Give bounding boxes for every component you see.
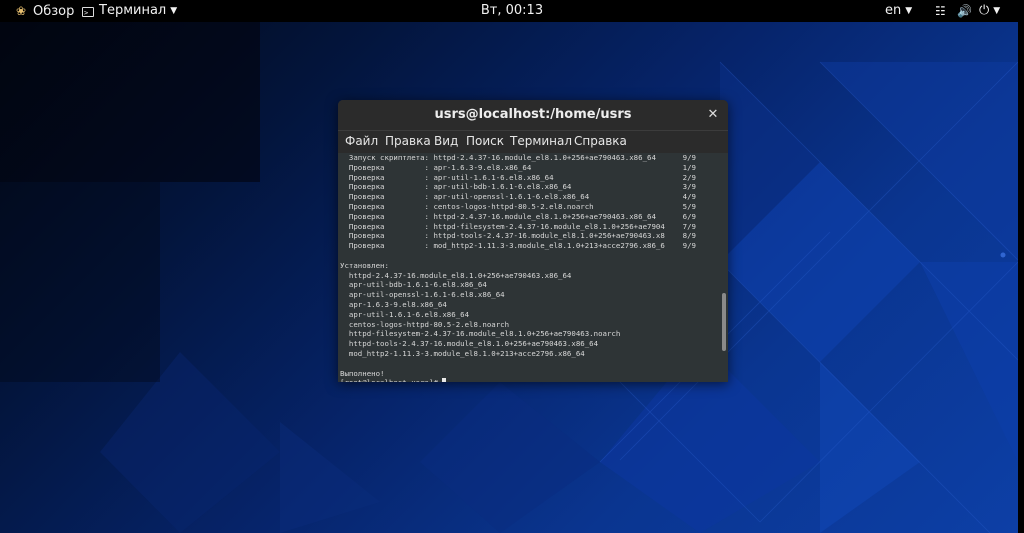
- terminal-line: apr-util-1.6.1-6.el8.x86_64: [340, 309, 470, 319]
- terminal-text: Запуск скриптлета: httpd-2.4.37-16.modul…: [340, 153, 696, 382]
- terminal-output[interactable]: Запуск скриптлета: httpd-2.4.37-16.modul…: [338, 153, 720, 382]
- network-icon[interactable]: ☷: [935, 0, 946, 22]
- menu-search[interactable]: Поиск: [466, 134, 504, 148]
- terminal-line: Выполнено!: [340, 368, 385, 378]
- terminal-line: Проверка : httpd-filesystem-2.4.37-16.mo…: [340, 221, 696, 231]
- menu-terminal[interactable]: Терминал: [510, 134, 572, 148]
- clock-label: Вт, 00:13: [480, 3, 544, 18]
- menu-edit[interactable]: Правка: [385, 134, 431, 148]
- menu-help[interactable]: Справка: [574, 134, 627, 148]
- language-label: en: [885, 3, 902, 18]
- scrollbar[interactable]: [720, 153, 728, 382]
- terminal-line: Проверка : httpd-tools-2.4.37-16.module_…: [340, 231, 696, 241]
- terminal-prompt-line: [root@localhost usrs]#: [340, 378, 696, 382]
- terminal-line: Проверка : httpd-2.4.37-16.module_el8.1.…: [340, 211, 696, 221]
- terminal-line: apr-util-bdb-1.6.1-6.el8.x86_64: [340, 280, 487, 290]
- terminal-line: Проверка : apr-1.6.3-9.el8.x86_64 1/9: [340, 162, 696, 172]
- terminal-line: Проверка : apr-util-openssl-1.6.1-6.el8.…: [340, 192, 696, 202]
- menu-file[interactable]: Файл: [345, 134, 378, 148]
- scrollbar-thumb[interactable]: [722, 293, 726, 351]
- terminal-window[interactable]: usrs@localhost:/home/usrs ✕ Файл Правка …: [338, 100, 728, 382]
- close-icon[interactable]: ✕: [706, 100, 720, 130]
- clock[interactable]: Вт, 00:13: [0, 0, 1024, 22]
- screen-edge: [1018, 0, 1024, 533]
- menu-bar: Файл Правка Вид Поиск Терминал Справка: [338, 130, 728, 153]
- volume-icon[interactable]: 🔊: [957, 0, 972, 22]
- terminal-line: httpd-tools-2.4.37-16.module_el8.1.0+256…: [340, 339, 599, 349]
- chevron-down-icon: ▼: [993, 6, 1001, 16]
- terminal-prompt: [root@localhost usrs]#: [340, 378, 442, 382]
- window-titlebar[interactable]: usrs@localhost:/home/usrs ✕: [338, 100, 728, 130]
- terminal-line: apr-util-openssl-1.6.1-6.el8.x86_64: [340, 290, 505, 300]
- menu-view[interactable]: Вид: [434, 134, 458, 148]
- top-bar: ❀ Обзор >_ Терминал ▼ Вт, 00:13 en ▼ ☷ 🔊 ⏻ ▼: [0, 0, 1024, 22]
- power-menu[interactable]: ⏻ ▼: [979, 0, 1000, 22]
- terminal-line: centos-logos-httpd-80.5-2.el8.noarch: [340, 319, 510, 329]
- terminal-line: Установлен:: [340, 260, 389, 270]
- terminal-line: httpd-2.4.37-16.module_el8.1.0+256+ae790…: [340, 270, 572, 280]
- terminal-line: mod_http2-1.11.3-3.module_el8.1.0+213+ac…: [340, 348, 585, 358]
- terminal-line: Проверка : mod_http2-1.11.3-3.module_el8…: [340, 241, 696, 251]
- terminal-line: httpd-filesystem-2.4.37-16.module_el8.1.…: [340, 329, 621, 339]
- power-icon: ⏻: [979, 3, 990, 18]
- terminal-line: apr-1.6.3-9.el8.x86_64: [340, 299, 447, 309]
- language-selector[interactable]: en ▼: [885, 0, 912, 22]
- text-cursor: [442, 378, 447, 382]
- terminal-line: Проверка : centos-logos-httpd-80.5-2.el8…: [340, 201, 696, 211]
- terminal-line: Проверка : apr-util-bdb-1.6.1-6.el8.x86_…: [340, 182, 696, 192]
- chevron-down-icon: ▼: [905, 6, 913, 16]
- terminal-line: Запуск скриптлета: httpd-2.4.37-16.modul…: [340, 153, 696, 162]
- window-title: usrs@localhost:/home/usrs: [434, 107, 632, 122]
- terminal-line: Проверка : apr-util-1.6.1-6.el8.x86_64 2…: [340, 172, 696, 182]
